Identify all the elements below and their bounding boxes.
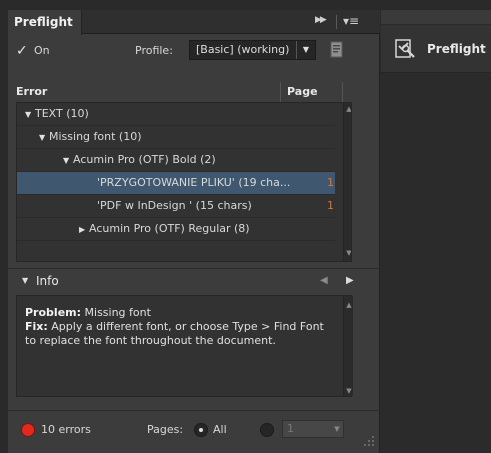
error-row-pdf-indesign[interactable]: 'PDF w InDesign ' (15 chars) 1 [17,195,335,218]
error-row-acumin-bold[interactable]: ▼ Acumin Pro (OTF) Bold (2) [17,149,335,172]
pages-label: Pages: [147,423,184,436]
scroll-up-icon[interactable]: ▲ [345,298,353,312]
chevron-down-icon[interactable]: ▼ [330,421,344,437]
error-row-label: TEXT (10) [35,107,89,120]
expanded-triangle-icon[interactable]: ▼ [25,104,35,126]
pages-all-label: All [213,423,227,436]
dock-preflight-button[interactable]: Preflight [381,25,491,73]
resize-grip-icon[interactable] [363,435,375,447]
error-list: ▼ TEXT (10) ▼ Missing font (10) ▼ Acumin Pr… [16,102,352,262]
dock-preflight-label: Preflight [427,42,486,56]
fix-line: Fix: Apply a different font, or choose T… [25,320,339,348]
scroll-down-icon[interactable]: ▼ [345,249,351,257]
error-row-page[interactable]: 1 [327,195,335,217]
info-box: Problem: Missing font Fix: Apply a diffe… [16,295,353,397]
info-section-label[interactable]: Info [36,274,76,290]
error-row-label: Acumin Pro (OTF) Regular (8) [89,222,250,235]
next-arrow-icon[interactable]: ▶ [346,275,358,289]
profile-label: Profile: [135,44,173,57]
column-divider [342,82,343,102]
problem-line: Problem: Missing font [25,306,339,320]
expanded-triangle-icon[interactable]: ▼ [22,276,32,290]
error-row-missing-font[interactable]: ▼ Missing font (10) [17,126,335,149]
scroll-up-icon[interactable]: ▲ [345,105,351,113]
error-count: 10 errors [41,423,91,436]
error-row-przygotowanie[interactable]: 'PRZYGOTOWANIE PLIKU' (19 cha... 1 [17,172,335,195]
collapse-panel-icon[interactable]: ▶▶ [315,15,331,29]
problem-label: Problem: [25,306,82,319]
collapsed-triangle-icon[interactable]: ▶ [79,219,89,241]
previous-arrow-icon[interactable]: ◀ [320,275,332,289]
problem-text: Missing font [84,306,151,319]
fix-label: Fix: [25,320,48,333]
error-row-page[interactable]: 1 [327,172,335,194]
tab-preflight[interactable]: Preflight [8,10,82,35]
panel-tab-bar: Preflight ▶▶ ▾≡ [8,10,380,35]
error-status-icon [22,424,34,436]
dock-header-strip [381,10,491,24]
column-header-error[interactable]: Error [16,85,96,101]
column-header-page[interactable]: Page [287,85,327,101]
scroll-down-icon[interactable]: ▼ [345,384,353,398]
preflight-icon [393,36,417,60]
chevron-down-icon[interactable]: ▼ [296,41,315,59]
pages-range-radio[interactable] [260,423,274,437]
error-row-label: 'PDF w InDesign ' (15 chars) [97,199,252,212]
on-label: On [34,44,50,57]
list-item [17,241,335,261]
expanded-triangle-icon[interactable]: ▼ [63,150,73,172]
panel-menu-icon[interactable]: ▾≡ [343,14,363,30]
collapsed-panel-dock: Preflight [381,10,491,453]
pages-all-radio[interactable] [194,423,208,437]
info-scrollbar[interactable]: ▲ ▼ [343,296,353,396]
fix-text: Apply a different font, or choose Type >… [25,320,324,347]
error-row-acumin-regular[interactable]: ▶ Acumin Pro (OTF) Regular (8) [17,218,335,241]
section-divider [8,410,380,411]
column-divider [280,82,281,102]
error-row-label: 'PRZYGOTOWANIE PLIKU' (19 cha... [97,176,291,189]
preflight-panel: Preflight ▶▶ ▾≡ ✓ On Profile: [Basic] (w… [8,10,380,453]
error-row-label: Missing font (10) [49,130,142,143]
error-row-label: Acumin Pro (OTF) Bold (2) [73,153,216,166]
tab-bar-separator [336,15,337,29]
section-divider [8,268,380,269]
error-list-scrollbar[interactable]: ▲ ▼ [343,103,351,261]
checkmark-icon[interactable]: ✓ [16,43,32,59]
error-row-text[interactable]: ▼ TEXT (10) [17,103,335,126]
expanded-triangle-icon[interactable]: ▼ [39,127,49,149]
define-profiles-icon[interactable] [326,39,348,61]
